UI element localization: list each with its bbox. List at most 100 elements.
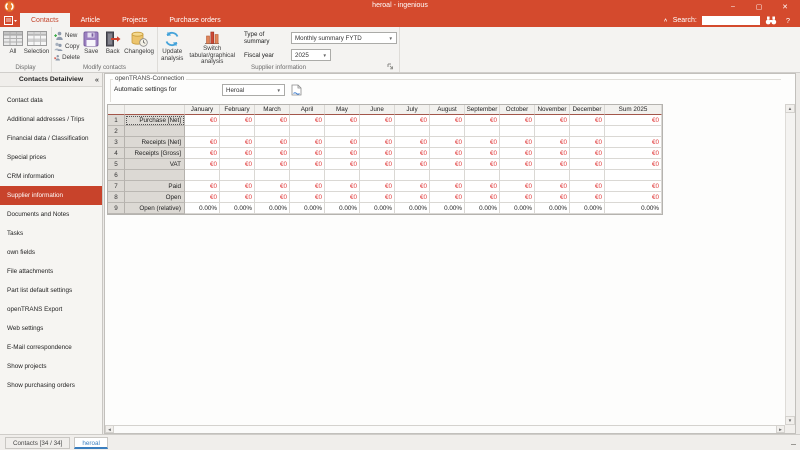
cell-r6-c3[interactable] xyxy=(255,170,290,181)
delete-button[interactable]: Delete xyxy=(54,52,80,63)
cell-r8-c4[interactable]: €0 xyxy=(290,192,325,203)
vertical-scrollbar[interactable]: ▲ ▼ xyxy=(785,104,795,425)
cell-r4-c8[interactable]: €0 xyxy=(430,148,465,159)
cell-r6-c4[interactable] xyxy=(290,170,325,181)
dialog-launcher-icon[interactable] xyxy=(387,63,394,70)
cell-r5-c1[interactable]: €0 xyxy=(185,159,220,170)
cell-r4-c10[interactable]: €0 xyxy=(500,148,535,159)
binoculars-search-icon[interactable] xyxy=(765,16,777,25)
update-analysis-button[interactable]: Update analysis xyxy=(160,28,184,63)
row-number-3[interactable]: 3 xyxy=(108,137,125,148)
cell-r1-c5[interactable]: €0 xyxy=(325,115,360,126)
cell-r9-c2[interactable]: 0.00% xyxy=(220,203,255,214)
row-number-5[interactable]: 5 xyxy=(108,159,125,170)
sidebar-item-special-prices[interactable]: Special prices xyxy=(0,148,102,167)
open-settings-button[interactable] xyxy=(289,83,304,97)
cell-r5-c7[interactable]: €0 xyxy=(395,159,430,170)
cell-r5-c9[interactable]: €0 xyxy=(465,159,500,170)
cell-r5-c10[interactable]: €0 xyxy=(500,159,535,170)
cell-r7-c1[interactable]: €0 xyxy=(185,181,220,192)
cell-r1-c8[interactable]: €0 xyxy=(430,115,465,126)
minimize-button[interactable]: – xyxy=(720,0,746,13)
search-input[interactable] xyxy=(701,15,760,25)
cell-r6-c13[interactable] xyxy=(605,170,662,181)
cell-r7-c6[interactable]: €0 xyxy=(360,181,395,192)
automatic-settings-select[interactable]: Heroal ▼ xyxy=(222,84,285,96)
cell-r9-c8[interactable]: 0.00% xyxy=(430,203,465,214)
sidebar-item-crm-information[interactable]: CRM information xyxy=(0,167,102,186)
cell-r4-c13[interactable]: €0 xyxy=(605,148,662,159)
cell-r8-c7[interactable]: €0 xyxy=(395,192,430,203)
cell-r5-c12[interactable]: €0 xyxy=(570,159,605,170)
cell-r6-c12[interactable] xyxy=(570,170,605,181)
changelog-button[interactable]: Changelog xyxy=(123,28,155,63)
cell-r5-c8[interactable]: €0 xyxy=(430,159,465,170)
cell-r7-c12[interactable]: €0 xyxy=(570,181,605,192)
cell-r9-c7[interactable]: 0.00% xyxy=(395,203,430,214)
tab-contacts[interactable]: Contacts xyxy=(20,13,70,27)
cell-r4-c4[interactable]: €0 xyxy=(290,148,325,159)
cell-r6-c5[interactable] xyxy=(325,170,360,181)
cell-r2-c11[interactable] xyxy=(535,126,570,137)
cell-r1-c1[interactable]: €0 xyxy=(185,115,220,126)
cell-r2-c1[interactable] xyxy=(185,126,220,137)
back-button[interactable]: Back xyxy=(102,28,123,63)
cell-r1-c6[interactable]: €0 xyxy=(360,115,395,126)
sidebar-item-file-attachments[interactable]: File attachments xyxy=(0,262,102,281)
cell-r1-c10[interactable]: €0 xyxy=(500,115,535,126)
selection-button[interactable]: Selection xyxy=(24,28,49,63)
cell-r7-c7[interactable]: €0 xyxy=(395,181,430,192)
sidebar-item-additional-addresses-trips[interactable]: Additional addresses / Trips xyxy=(0,110,102,129)
cell-r2-c12[interactable] xyxy=(570,126,605,137)
row-number-2[interactable]: 2 xyxy=(108,126,125,137)
row-number-6[interactable]: 6 xyxy=(108,170,125,181)
scroll-down-button[interactable]: ▼ xyxy=(785,416,795,425)
ribbon-collapse-button[interactable]: ∧ xyxy=(663,17,667,23)
sidebar-item-part-list-default-settings[interactable]: Part list default settings xyxy=(0,281,102,300)
scroll-up-button[interactable]: ▲ xyxy=(785,104,795,113)
cell-r8-c8[interactable]: €0 xyxy=(430,192,465,203)
cell-r1-c3[interactable]: €0 xyxy=(255,115,290,126)
cell-r1-c9[interactable]: €0 xyxy=(465,115,500,126)
row-number-1[interactable]: 1 xyxy=(108,115,125,126)
row-label-receipts-net[interactable]: Receipts [Net] xyxy=(125,137,185,148)
cell-r2-c4[interactable] xyxy=(290,126,325,137)
cell-r8-c3[interactable]: €0 xyxy=(255,192,290,203)
cell-r2-c13[interactable] xyxy=(605,126,662,137)
sidebar-collapse-icon[interactable]: « xyxy=(95,75,99,84)
cell-r7-c3[interactable]: €0 xyxy=(255,181,290,192)
row-label-purchase-net[interactable]: Purchase [Net] xyxy=(125,115,185,126)
cell-r5-c13[interactable]: €0 xyxy=(605,159,662,170)
cell-r3-c7[interactable]: €0 xyxy=(395,137,430,148)
cell-r3-c8[interactable]: €0 xyxy=(430,137,465,148)
row-number-9[interactable]: 9 xyxy=(108,203,125,214)
cell-r8-c13[interactable]: €0 xyxy=(605,192,662,203)
sidebar-item-financial-data-classification[interactable]: Financial data / Classification xyxy=(0,129,102,148)
maximize-button[interactable]: ▢ xyxy=(746,0,772,13)
cell-r3-c4[interactable]: €0 xyxy=(290,137,325,148)
cell-r7-c10[interactable]: €0 xyxy=(500,181,535,192)
cell-r9-c13[interactable]: 0.00% xyxy=(605,203,662,214)
cell-r8-c11[interactable]: €0 xyxy=(535,192,570,203)
cell-r1-c2[interactable]: €0 xyxy=(220,115,255,126)
cell-r2-c2[interactable] xyxy=(220,126,255,137)
cell-r3-c12[interactable]: €0 xyxy=(570,137,605,148)
cell-r9-c5[interactable]: 0.00% xyxy=(325,203,360,214)
cell-r8-c6[interactable]: €0 xyxy=(360,192,395,203)
document-tab-heroal[interactable]: heroal xyxy=(74,436,108,449)
cell-r9-c4[interactable]: 0.00% xyxy=(290,203,325,214)
document-tab-contacts-34-34[interactable]: Contacts [34 / 34] xyxy=(5,436,71,449)
cell-r3-c13[interactable]: €0 xyxy=(605,137,662,148)
cell-r5-c11[interactable]: €0 xyxy=(535,159,570,170)
cell-r7-c9[interactable]: €0 xyxy=(465,181,500,192)
cell-r9-c10[interactable]: 0.00% xyxy=(500,203,535,214)
row-number-7[interactable]: 7 xyxy=(108,181,125,192)
cell-r3-c10[interactable]: €0 xyxy=(500,137,535,148)
switch-analysis-button[interactable]: Switch tabular/graphical analysis xyxy=(184,28,240,65)
row-label-paid[interactable]: Paid xyxy=(125,181,185,192)
cell-r8-c9[interactable]: €0 xyxy=(465,192,500,203)
row-label-vat[interactable]: VAT xyxy=(125,159,185,170)
cell-r2-c6[interactable] xyxy=(360,126,395,137)
app-menu-button[interactable] xyxy=(0,13,20,27)
sidebar-item-tasks[interactable]: Tasks xyxy=(0,224,102,243)
